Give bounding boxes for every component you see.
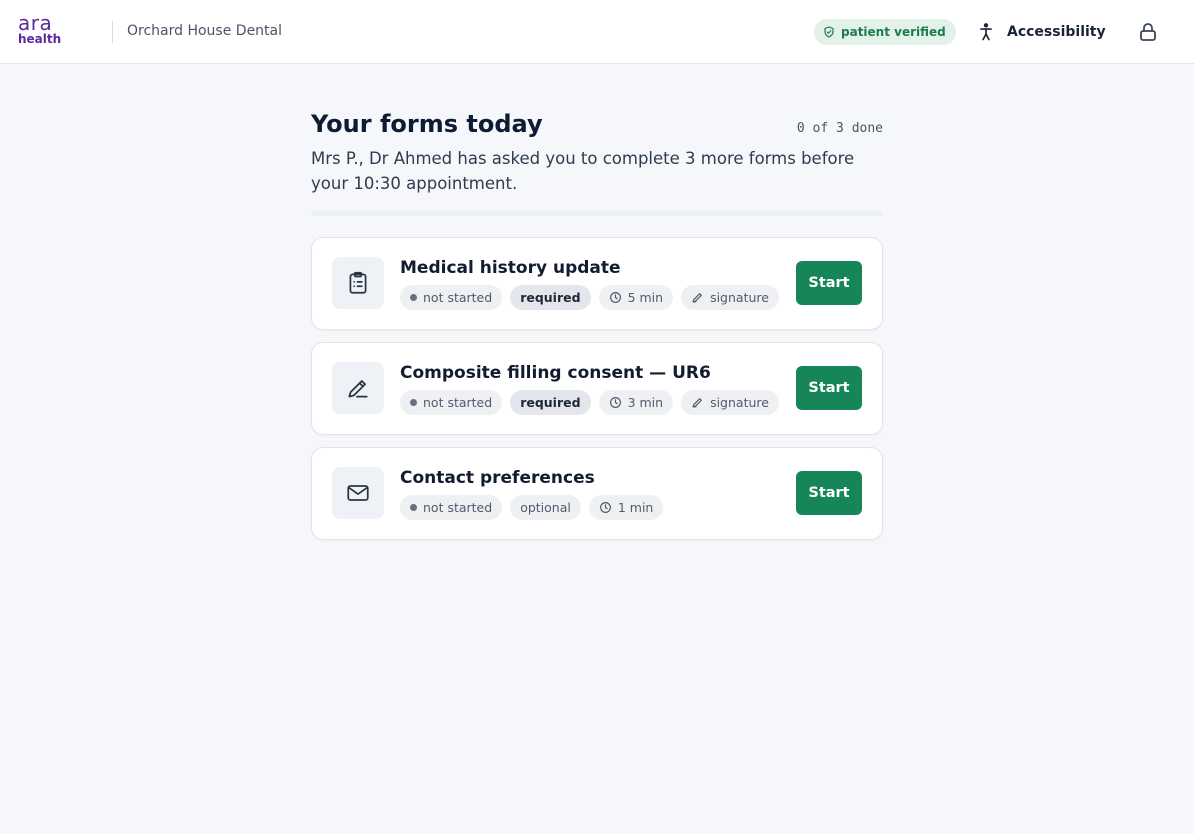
clinic-name: Orchard House Dental (127, 23, 283, 39)
header-divider (112, 21, 113, 43)
form-icon-tile (332, 362, 384, 414)
clipboard-list-icon (349, 271, 367, 294)
ara-health-logo[interactable]: ara health (18, 13, 62, 47)
accessibility-label: Accessibility (1007, 24, 1106, 40)
shield-check-icon (824, 26, 834, 38)
page-title: Your forms today (311, 110, 543, 138)
form-icon-tile (332, 467, 384, 519)
status-label: not started (423, 500, 493, 515)
form-card-filling-consent: Composite filling consent — UR6 not star… (311, 342, 883, 435)
clock-icon (609, 397, 621, 408)
status-label: not started (423, 290, 493, 305)
progress-bar (311, 211, 883, 216)
page-subtitle: Mrs P., Dr Ahmed has asked you to comple… (311, 149, 855, 193)
top-bar: ara health Orchard House Dental patient … (0, 0, 1194, 64)
form-tags: not started required 3 min signature (400, 390, 779, 415)
status-chip: not started (400, 495, 503, 520)
status-label: not started (423, 395, 493, 410)
accessibility-button[interactable]: Accessibility (976, 20, 1106, 44)
accessibility-icon (980, 23, 992, 41)
status-dot-icon (410, 294, 417, 301)
duration-chip: 5 min (598, 285, 674, 310)
status-chip: not started (400, 390, 503, 415)
duration-chip: 1 min (588, 495, 664, 520)
optional-chip: optional (510, 495, 581, 520)
start-button[interactable]: Start (796, 261, 862, 305)
envelope-icon (347, 485, 369, 501)
signature-label: signature (710, 395, 769, 410)
signature-label: signature (710, 290, 769, 305)
patient-verified-badge: patient verified (814, 19, 956, 45)
form-tags: not started optional 1 min (400, 495, 664, 520)
form-title: Composite filling consent — UR6 (400, 363, 711, 383)
form-title: Medical history update (400, 258, 621, 278)
start-button[interactable]: Start (796, 366, 862, 410)
pencil-icon (692, 398, 702, 408)
required-chip: required (510, 285, 591, 310)
lock-icon (1140, 23, 1156, 41)
form-icon-tile (332, 257, 384, 309)
form-tags: not started required 5 min signature (400, 285, 779, 310)
progress-count: 0 of 3 done (796, 121, 883, 136)
status-chip: not started (400, 285, 503, 310)
status-dot-icon (410, 504, 417, 511)
verified-label: patient verified (841, 25, 946, 39)
form-card-medical-history: Medical history update not started requi… (311, 237, 883, 330)
required-chip: required (510, 390, 591, 415)
clock-icon (609, 292, 621, 303)
start-button[interactable]: Start (796, 471, 862, 515)
logo-text-health: health (18, 32, 62, 46)
duration-chip: 3 min (598, 390, 674, 415)
signature-chip: signature (681, 285, 779, 310)
pencil-icon (692, 293, 702, 303)
signature-chip: signature (681, 390, 779, 415)
duration-label: 3 min (627, 395, 664, 410)
form-card-contact-preferences: Contact preferences not started optional… (311, 447, 883, 540)
status-dot-icon (410, 399, 417, 406)
duration-label: 1 min (617, 500, 654, 515)
duration-label: 5 min (627, 290, 664, 305)
logo-text-ara: ara (18, 11, 53, 35)
form-title: Contact preferences (400, 468, 595, 488)
pencil-sign-icon (348, 380, 368, 398)
lock-button[interactable] (1136, 21, 1160, 43)
clock-icon (599, 502, 611, 513)
